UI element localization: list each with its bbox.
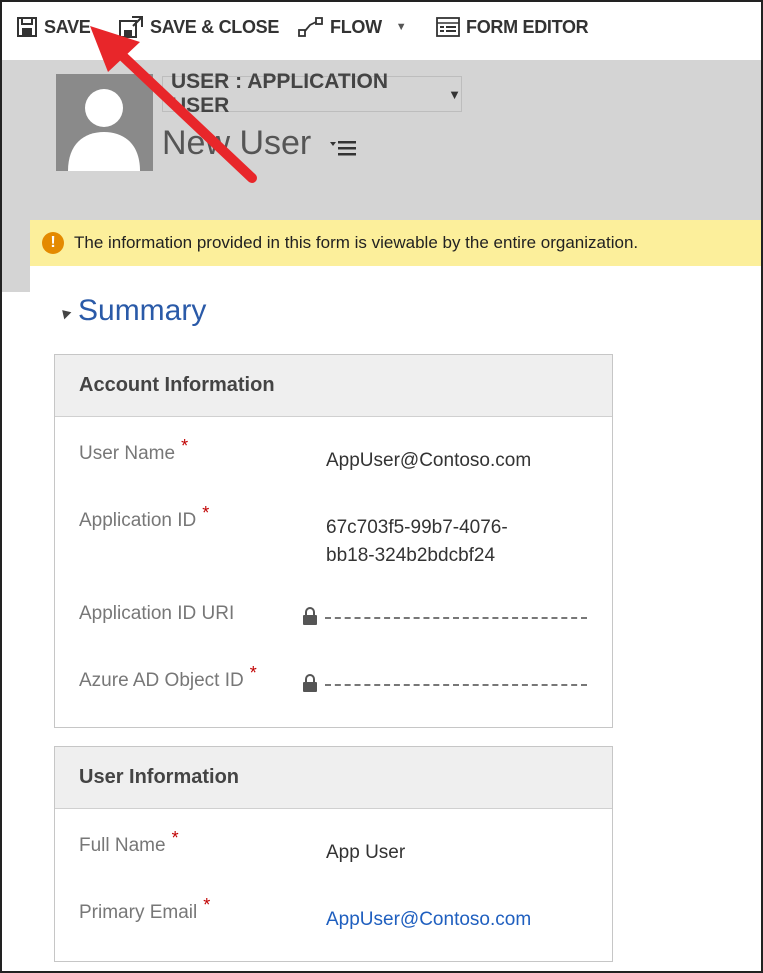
required-marker: * [181, 436, 189, 456]
required-marker: * [203, 895, 211, 915]
field-label-application-id: Application ID * [79, 503, 209, 532]
primary-email-link[interactable]: AppUser@Contoso.com [326, 906, 531, 934]
account-information-section: Account Information User Name * AppUser@C… [54, 354, 613, 728]
field-label-text: Application ID [79, 510, 197, 531]
save-icon [16, 16, 38, 38]
section-title: User Information [55, 747, 612, 809]
left-strip [2, 60, 30, 292]
notification-bar: ! The information provided in this form … [30, 220, 761, 266]
form-editor-button[interactable]: FORM EDITOR [436, 12, 589, 42]
field-label-text: User Name [79, 443, 176, 464]
warning-icon: ! [42, 232, 64, 254]
summary-tab-header[interactable]: Summary [58, 294, 207, 328]
field-label-azure-ad-object-id: Azure AD Object ID * [79, 663, 257, 692]
application-id-line1: 67c703f5-99b7-4076- [326, 517, 508, 538]
summary-title: Summary [78, 294, 207, 327]
field-label-primary-email: Primary Email * [79, 895, 210, 924]
user-name-value[interactable]: AppUser@Contoso.com [326, 447, 531, 475]
field-label-full-name: Full Name * [79, 828, 179, 857]
field-label-text: Full Name [79, 835, 166, 856]
annotation-arrow-icon [90, 26, 257, 183]
chevron-down-icon: ▼ [448, 86, 461, 102]
application-id-value[interactable]: 67c703f5-99b7-4076- bb18-324b2bdcbf24 [326, 514, 508, 570]
field-label-user-name: User Name * [79, 436, 188, 465]
field-label-text: Azure AD Object ID [79, 670, 244, 691]
flow-label: FLOW [330, 16, 382, 37]
lock-icon [302, 607, 318, 625]
application-id-uri-empty-value[interactable] [325, 617, 587, 619]
notification-text: The information provided in this form is… [74, 233, 639, 252]
flow-icon [298, 17, 324, 37]
required-marker: * [202, 503, 210, 523]
full-name-value[interactable]: App User [326, 839, 405, 867]
collapse-triangle-icon[interactable] [58, 306, 72, 320]
field-label-text: Primary Email [79, 902, 198, 923]
chevron-down-icon: ▼ [395, 21, 407, 33]
form-editor-label: FORM EDITOR [466, 16, 589, 37]
save-button[interactable]: SAVE [16, 12, 91, 42]
user-information-section: User Information Full Name * App User Pri… [54, 746, 613, 962]
field-label-application-id-uri: Application ID URI [79, 603, 234, 625]
app-window: SAVE SAVE & CLOSE FLOW ▼ FORM EDITOR USE… [0, 0, 763, 973]
flow-button[interactable]: FLOW ▼ [298, 12, 407, 42]
application-id-line2: bb18-324b2bdcbf24 [326, 545, 496, 566]
title-menu-icon[interactable] [330, 138, 358, 158]
required-marker: * [171, 828, 179, 848]
lock-icon [302, 674, 318, 692]
section-title: Account Information [55, 355, 612, 417]
required-marker: * [249, 663, 257, 683]
form-editor-icon [436, 17, 460, 37]
field-label-text: Application ID URI [79, 603, 235, 624]
azure-ad-object-id-empty-value[interactable] [325, 684, 587, 686]
